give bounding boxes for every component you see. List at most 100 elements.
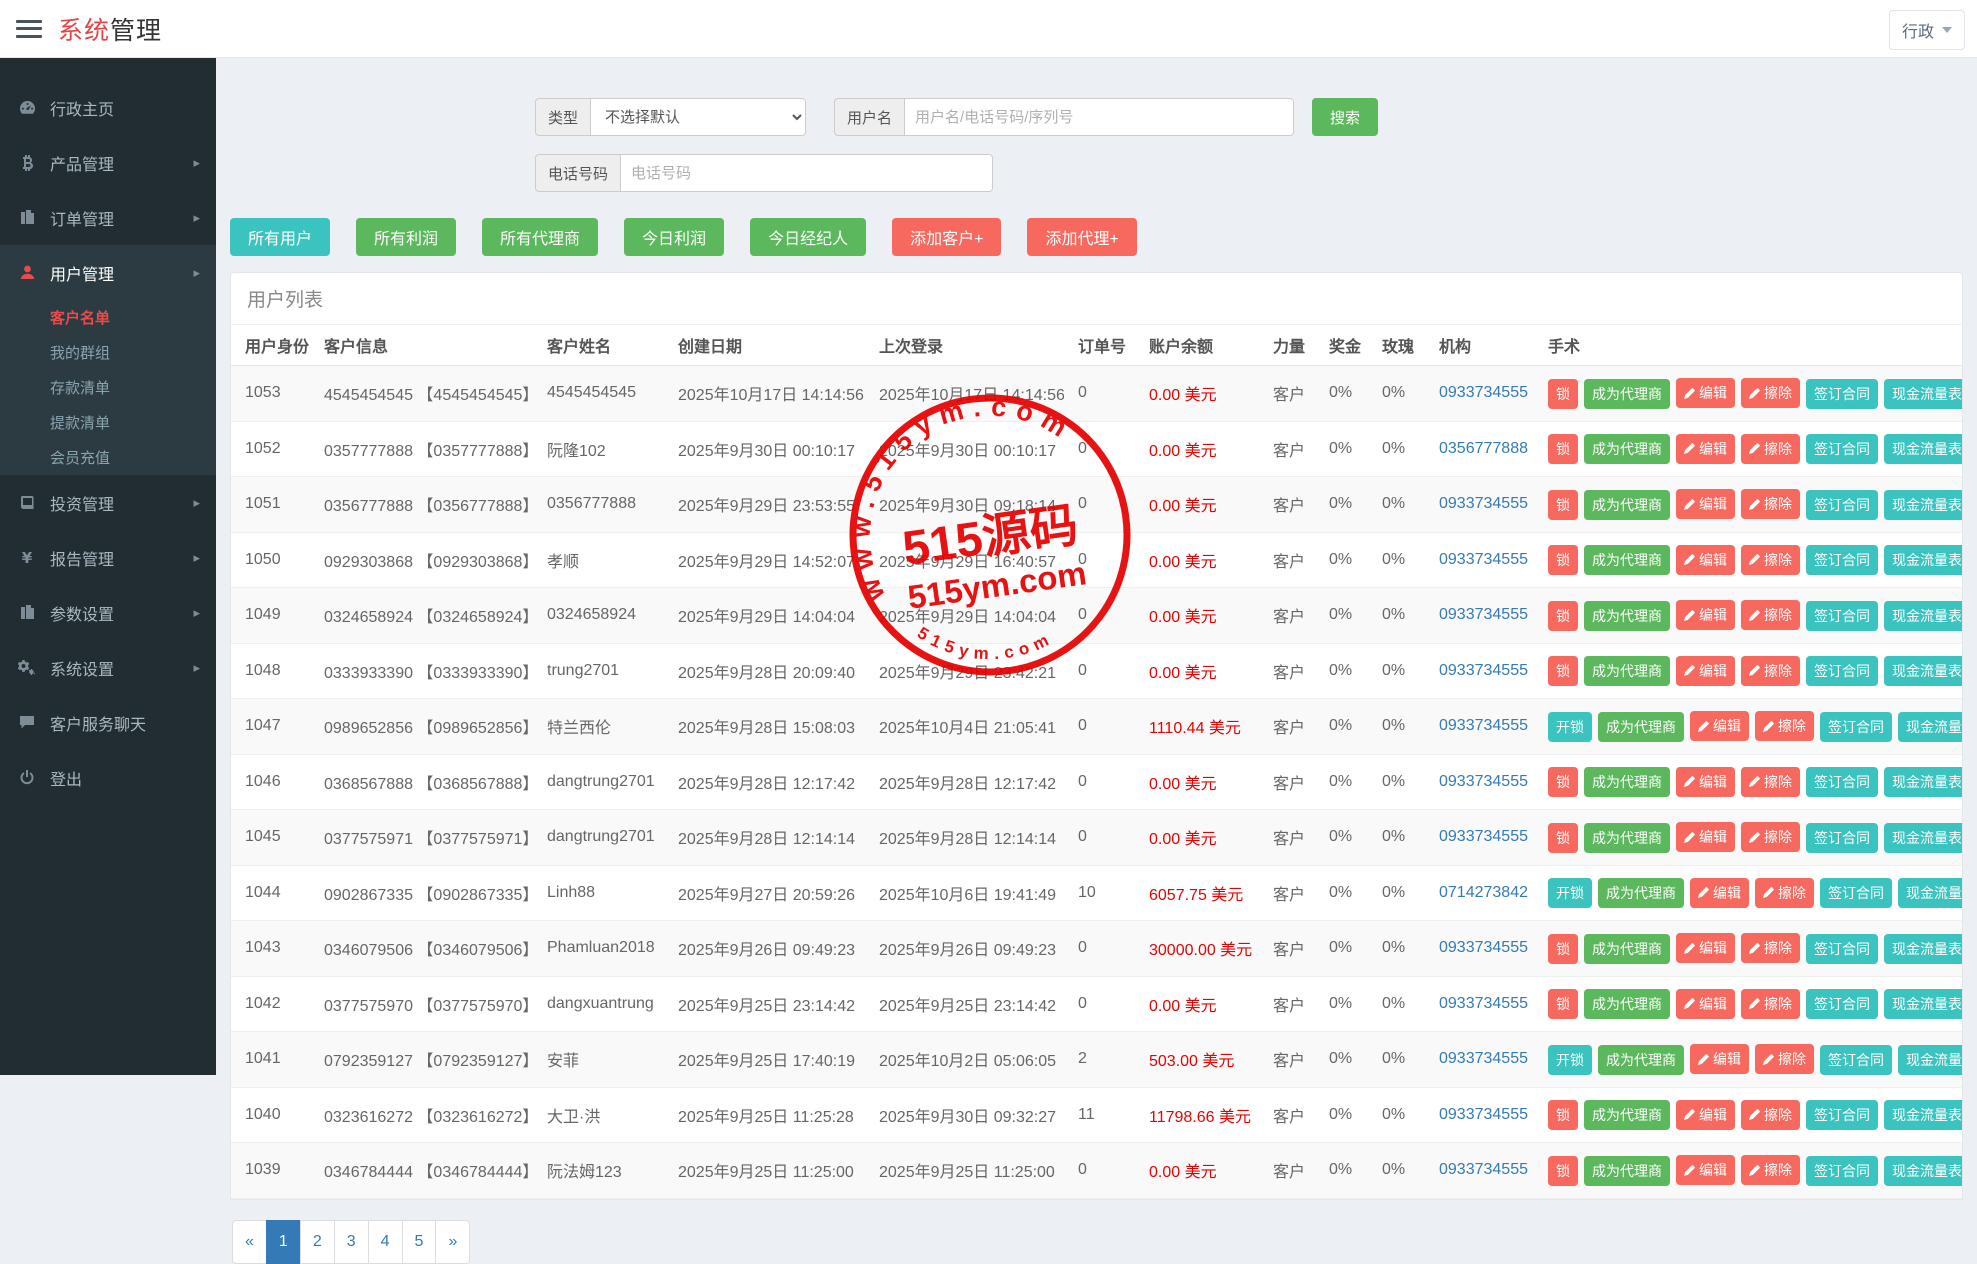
edit-button[interactable]: 编辑 [1676,933,1735,963]
become-agent-button[interactable]: 成为代理商 [1584,934,1670,964]
sidebar-subitem-会员充值[interactable]: 会员充值 [0,440,216,475]
sidebar-item-产品管理[interactable]: 产品管理▸ [0,135,216,190]
agency-link[interactable]: 0714273842 [1439,884,1528,901]
cashflow-button[interactable]: 现金流量表 [1884,823,1962,853]
erase-button[interactable]: 擦除 [1741,656,1800,686]
lock-button[interactable]: 锁 [1548,656,1578,686]
become-agent-button[interactable]: 成为代理商 [1598,1045,1684,1075]
lock-button[interactable]: 锁 [1548,823,1578,853]
edit-button[interactable]: 编辑 [1676,1100,1735,1130]
become-agent-button[interactable]: 成为代理商 [1584,656,1670,686]
agency-link[interactable]: 0933734555 [1439,995,1528,1012]
username-input[interactable] [904,98,1294,136]
edit-button[interactable]: 编辑 [1676,1155,1735,1185]
sign-contract-button[interactable]: 签订合同 [1820,1045,1892,1075]
agency-link[interactable]: 0933734555 [1439,773,1528,790]
agency-link[interactable]: 0933734555 [1439,384,1528,401]
search-button[interactable]: 搜索 [1312,98,1378,136]
edit-button[interactable]: 编辑 [1676,767,1735,797]
become-agent-button[interactable]: 成为代理商 [1584,545,1670,575]
lock-button[interactable]: 锁 [1548,490,1578,520]
sign-contract-button[interactable]: 签订合同 [1820,878,1892,908]
erase-button[interactable]: 擦除 [1741,1155,1800,1185]
sidebar-item-系统设置[interactable]: 系统设置▸ [0,640,216,695]
edit-button[interactable]: 编辑 [1690,878,1749,908]
edit-button[interactable]: 编辑 [1676,600,1735,630]
phone-input[interactable] [620,154,993,192]
erase-button[interactable]: 擦除 [1741,1100,1800,1130]
erase-button[interactable]: 擦除 [1741,545,1800,575]
agency-link[interactable]: 0933734555 [1439,828,1528,845]
sidebar-subitem-存款清单[interactable]: 存款清单 [0,370,216,405]
toolbar-button-所有用户[interactable]: 所有用户 [230,218,330,256]
lock-button[interactable]: 开锁 [1548,1045,1592,1075]
pagination-item-»[interactable]: » [435,1220,470,1264]
cashflow-button[interactable]: 现金流量表 [1884,379,1962,409]
erase-button[interactable]: 擦除 [1741,378,1800,408]
agency-link[interactable]: 0933734555 [1439,606,1528,623]
cashflow-button[interactable]: 现金流量表 [1898,712,1962,742]
sign-contract-button[interactable]: 签订合同 [1806,490,1878,520]
cashflow-button[interactable]: 现金流量表 [1884,1156,1962,1186]
toolbar-button-所有利润[interactable]: 所有利润 [356,218,456,256]
lock-button[interactable]: 锁 [1548,601,1578,631]
lock-button[interactable]: 锁 [1548,989,1578,1019]
sidebar-item-报告管理[interactable]: ¥报告管理▸ [0,530,216,585]
agency-link[interactable]: 0933734555 [1439,495,1528,512]
cashflow-button[interactable]: 现金流量表 [1884,656,1962,686]
become-agent-button[interactable]: 成为代理商 [1584,601,1670,631]
erase-button[interactable]: 擦除 [1755,1044,1814,1074]
admin-user-dropdown[interactable]: 行政 [1889,10,1965,50]
toolbar-button-添加客户+[interactable]: 添加客户+ [892,218,1001,256]
edit-button[interactable]: 编辑 [1676,378,1735,408]
edit-button[interactable]: 编辑 [1676,656,1735,686]
sidebar-item-用户管理[interactable]: 用户管理▸ [0,245,216,300]
become-agent-button[interactable]: 成为代理商 [1584,823,1670,853]
cashflow-button[interactable]: 现金流量表 [1884,989,1962,1019]
pagination-item-5[interactable]: 5 [402,1220,437,1264]
sign-contract-button[interactable]: 签订合同 [1820,712,1892,742]
toolbar-button-今日经纪人[interactable]: 今日经纪人 [750,218,866,256]
sidebar-subitem-客户名单[interactable]: 客户名单 [0,300,216,335]
sign-contract-button[interactable]: 签订合同 [1806,379,1878,409]
agency-link[interactable]: 0933734555 [1439,1106,1528,1123]
lock-button[interactable]: 锁 [1548,1100,1578,1130]
sidebar-item-登出[interactable]: 登出 [0,750,216,805]
lock-button[interactable]: 锁 [1548,434,1578,464]
cashflow-button[interactable]: 现金流量表 [1884,601,1962,631]
become-agent-button[interactable]: 成为代理商 [1598,878,1684,908]
become-agent-button[interactable]: 成为代理商 [1584,434,1670,464]
become-agent-button[interactable]: 成为代理商 [1584,490,1670,520]
agency-link[interactable]: 0933734555 [1439,939,1528,956]
erase-button[interactable]: 擦除 [1741,933,1800,963]
lock-button[interactable]: 开锁 [1548,878,1592,908]
toolbar-button-今日利润[interactable]: 今日利润 [624,218,724,256]
edit-button[interactable]: 编辑 [1676,545,1735,575]
lock-button[interactable]: 锁 [1548,379,1578,409]
erase-button[interactable]: 擦除 [1741,489,1800,519]
sidebar-item-投资管理[interactable]: 投资管理▸ [0,475,216,530]
edit-button[interactable]: 编辑 [1690,711,1749,741]
cashflow-button[interactable]: 现金流量表 [1898,878,1962,908]
pagination-item-1[interactable]: 1 [266,1220,301,1264]
type-select[interactable]: 不选择默认 [590,98,806,136]
pagination-item-4[interactable]: 4 [368,1220,403,1264]
pagination-item-2[interactable]: 2 [300,1220,335,1264]
sidebar-subitem-提款清单[interactable]: 提款清单 [0,405,216,440]
pagination-item-«[interactable]: « [232,1220,267,1264]
erase-button[interactable]: 擦除 [1741,822,1800,852]
sidebar-item-客户服务聊天[interactable]: 客户服务聊天 [0,695,216,750]
edit-button[interactable]: 编辑 [1690,1044,1749,1074]
sidebar-item-行政主页[interactable]: 行政主页 [0,80,216,135]
edit-button[interactable]: 编辑 [1676,822,1735,852]
sign-contract-button[interactable]: 签订合同 [1806,1100,1878,1130]
pagination-item-3[interactable]: 3 [334,1220,369,1264]
erase-button[interactable]: 擦除 [1741,767,1800,797]
lock-button[interactable]: 锁 [1548,1156,1578,1186]
hamburger-menu-icon[interactable] [14,17,44,41]
cashflow-button[interactable]: 现金流量表 [1884,434,1962,464]
toolbar-button-所有代理商[interactable]: 所有代理商 [482,218,598,256]
sign-contract-button[interactable]: 签订合同 [1806,823,1878,853]
sign-contract-button[interactable]: 签订合同 [1806,989,1878,1019]
lock-button[interactable]: 锁 [1548,934,1578,964]
